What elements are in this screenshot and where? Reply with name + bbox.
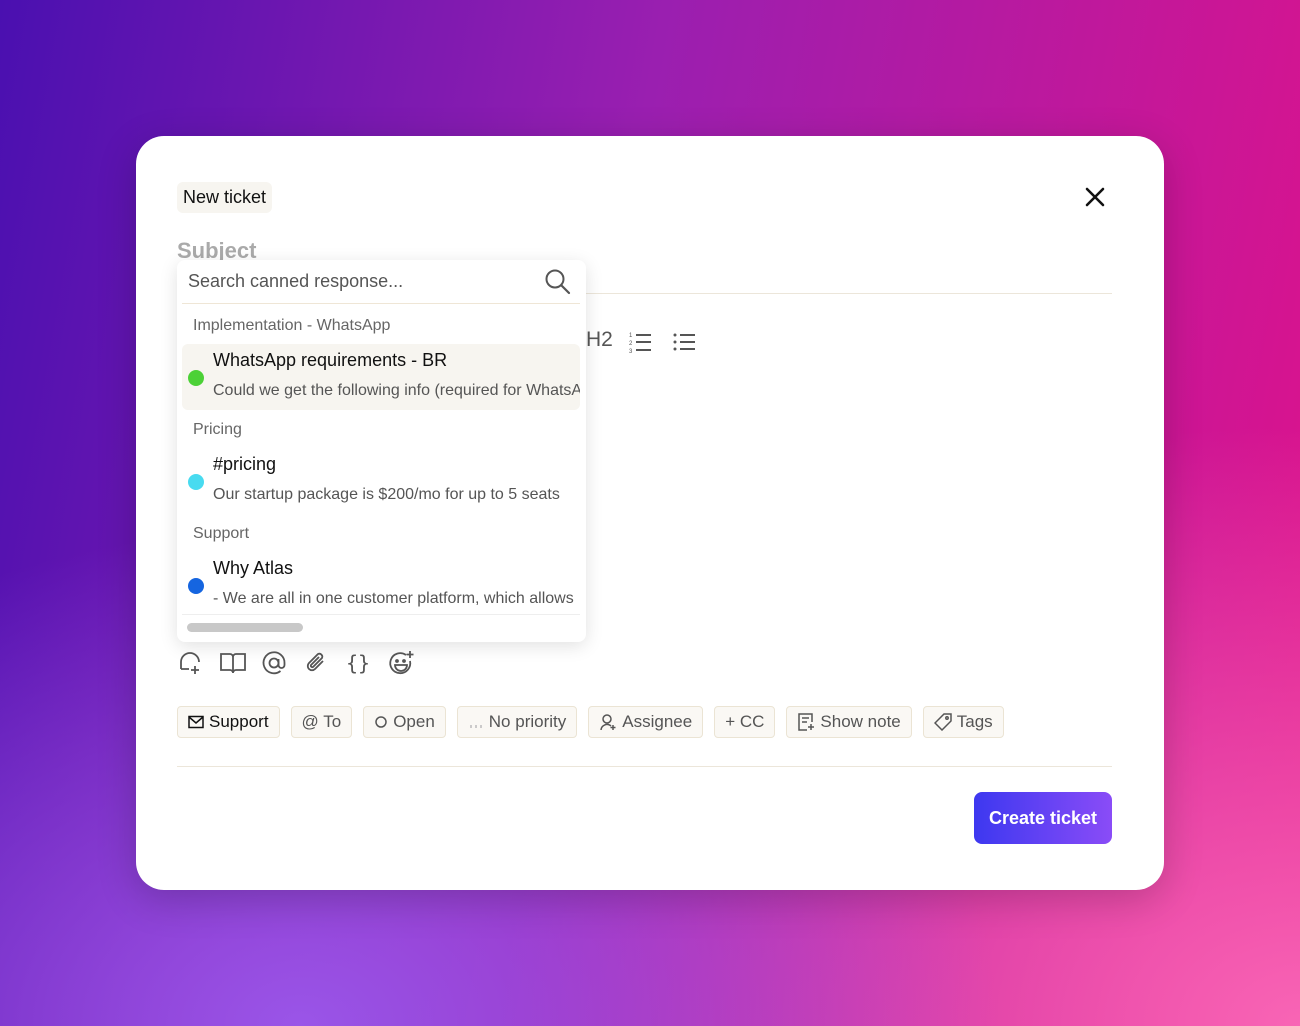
- svg-text:{}: {}: [346, 651, 370, 675]
- svg-text:2: 2: [629, 341, 633, 347]
- status-dot: [188, 370, 204, 386]
- canned-item-preview: Could we get the following info (require…: [213, 382, 580, 399]
- cc-label: + CC: [725, 712, 765, 731]
- canned-item-preview: - We are all in one customer platform, w…: [213, 590, 574, 607]
- show-note-chip[interactable]: Show note: [786, 706, 912, 738]
- canned-item-name: #pricing: [213, 454, 277, 474]
- heading2-button[interactable]: H2: [586, 328, 613, 352]
- status-chip[interactable]: Open: [363, 706, 446, 738]
- mail-icon: [188, 715, 204, 729]
- svg-text:1: 1: [629, 333, 633, 339]
- variables-icon[interactable]: {}: [345, 650, 371, 676]
- to-label: @ To: [301, 712, 342, 731]
- canned-item-name: WhatsApp requirements - BR: [213, 350, 448, 370]
- note-icon: [798, 713, 815, 731]
- canned-search-input[interactable]: [188, 271, 528, 292]
- canned-item-preview: Our startup package is $200/mo for up to…: [213, 486, 560, 503]
- add-comment-icon[interactable]: [177, 650, 203, 676]
- scrollbar-thumb[interactable]: [187, 623, 303, 632]
- priority-chip[interactable]: No priority: [456, 706, 578, 738]
- assignee-label: Assignee: [622, 712, 693, 731]
- create-ticket-button[interactable]: Create ticket: [974, 792, 1112, 844]
- bullet-list-icon[interactable]: [672, 330, 696, 354]
- status-label: Open: [393, 712, 435, 731]
- circle-icon: [375, 716, 387, 728]
- composer-toolbar: {}: [177, 650, 414, 676]
- status-dot: [188, 578, 204, 594]
- footer-divider: [177, 766, 1112, 767]
- user-icon: [600, 714, 616, 731]
- modal-title: New ticket: [177, 182, 273, 213]
- status-dot: [188, 474, 204, 490]
- mention-icon[interactable]: [261, 650, 287, 676]
- close-icon[interactable]: [1082, 184, 1108, 210]
- ordered-list-icon[interactable]: 1 2 3: [628, 330, 652, 354]
- new-ticket-modal: New ticket Subject H2 123 Implementation…: [136, 136, 1164, 890]
- assignee-chip[interactable]: Assignee: [588, 706, 704, 738]
- cc-chip[interactable]: + CC: [714, 706, 776, 738]
- priority-bars-icon: [470, 725, 482, 728]
- inbox-chip[interactable]: Support: [177, 706, 280, 738]
- canned-response-dropdown: Implementation - WhatsApp WhatsApp requi…: [177, 260, 586, 642]
- group-label: Pricing: [193, 421, 242, 438]
- canned-item[interactable]: Why Atlas - We are all in one customer p…: [182, 552, 580, 618]
- horizontal-scrollbar[interactable]: [182, 614, 580, 634]
- group-label: Support: [193, 525, 250, 542]
- canned-item-name: Why Atlas: [213, 558, 294, 578]
- to-chip[interactable]: @ To: [290, 706, 353, 738]
- canned-search: [182, 260, 580, 304]
- ticket-properties: Support @ To Open No priority Assignee +…: [177, 706, 1004, 738]
- show-note-label: Show note: [820, 712, 901, 731]
- tags-chip[interactable]: Tags: [922, 706, 1004, 738]
- svg-text:3: 3: [629, 349, 633, 354]
- book-icon[interactable]: [219, 650, 246, 676]
- inbox-label: Support: [209, 712, 269, 731]
- canned-item[interactable]: WhatsApp requirements - BR Could we get …: [182, 344, 580, 410]
- search-icon[interactable]: [544, 268, 572, 296]
- emoji-icon[interactable]: [387, 650, 414, 676]
- priority-label: No priority: [488, 712, 567, 731]
- group-label: Implementation - WhatsApp: [193, 317, 391, 334]
- attachment-icon[interactable]: [303, 650, 329, 676]
- tags-label: Tags: [956, 712, 993, 731]
- tag-icon: [933, 713, 952, 731]
- canned-item[interactable]: #pricing Our startup package is $200/mo …: [182, 448, 580, 514]
